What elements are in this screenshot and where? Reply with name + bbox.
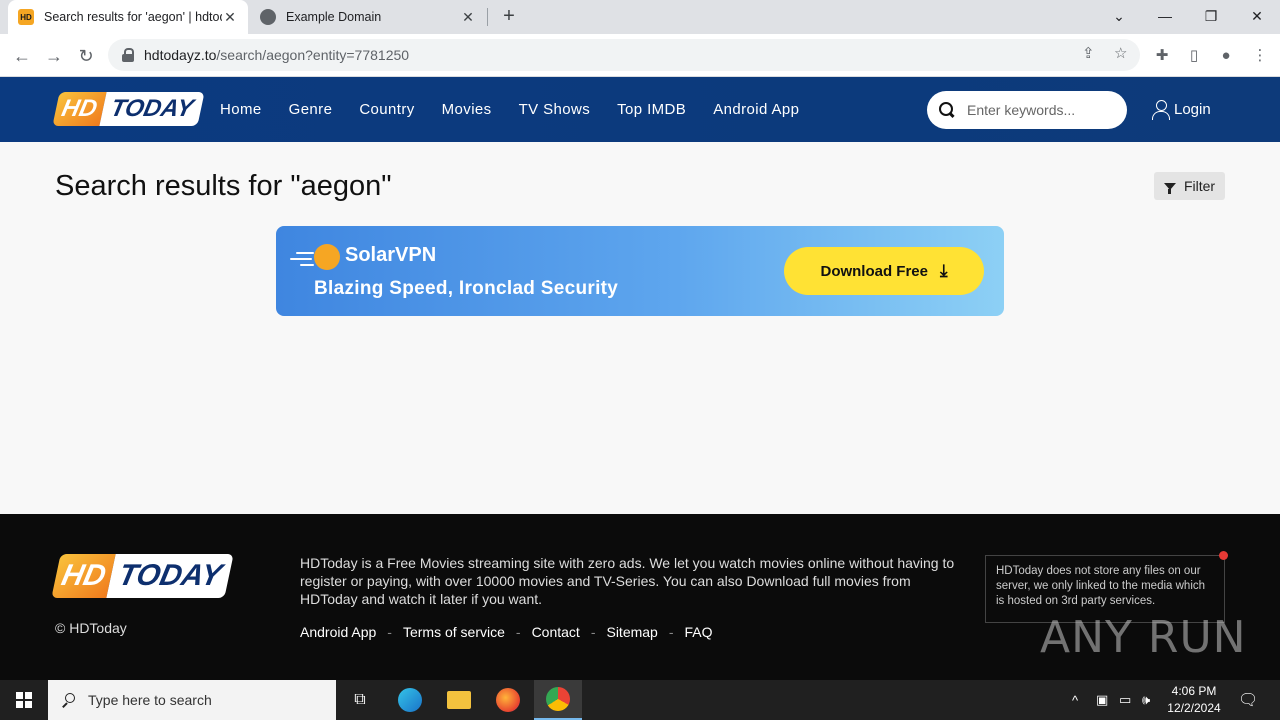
close-window-button[interactable]: ✕ — [1234, 0, 1280, 32]
footer-about-text: HDToday is a Free Movies streaming site … — [300, 555, 955, 607]
ad-banner[interactable]: SolarVPN Blazing Speed, Ironclad Securit… — [276, 226, 1004, 316]
link-separator: - — [387, 624, 392, 640]
site-logo[interactable]: HD TODAY — [52, 92, 205, 126]
taskbar-search-placeholder: Type here to search — [88, 692, 212, 708]
kebab-menu-icon[interactable]: ⋮ — [1249, 44, 1271, 66]
ad-download-label: Download Free — [820, 262, 928, 280]
download-icon: ⤓ — [940, 261, 948, 280]
forward-arrow-icon[interactable]: → — [40, 42, 68, 70]
footer-link-faq[interactable]: FAQ — [685, 624, 713, 640]
url-domain: hdtodayz.to — [144, 47, 217, 63]
task-view-icon[interactable]: ⧉ — [336, 680, 384, 720]
ad-brand: SolarVPN — [345, 244, 437, 266]
site-footer: HD TODAY © HDToday HDToday is a Free Movi… — [0, 514, 1280, 680]
page-title: Search results for "aegon" — [55, 170, 392, 202]
tab-search-chevron-icon[interactable]: ⌄ — [1096, 0, 1142, 32]
chrome-icon[interactable] — [534, 680, 582, 720]
clock-date: 12/2/2024 — [1167, 701, 1221, 715]
copyright: © HDToday — [55, 620, 127, 636]
show-hidden-icons-icon[interactable]: ^ — [1072, 680, 1078, 720]
nav-home[interactable]: Home — [220, 101, 262, 118]
solarvpn-logo-icon — [314, 244, 340, 270]
nav-tv-shows[interactable]: TV Shows — [519, 101, 591, 118]
site-search-box — [927, 91, 1127, 129]
network-icon[interactable]: ▭ — [1119, 680, 1131, 720]
browser-toolbar: ← → ↻ hdtodayz.to/search/aegon?entity=77… — [0, 34, 1280, 77]
reload-icon[interactable]: ↻ — [72, 42, 100, 70]
restore-button[interactable]: ❐ — [1188, 0, 1234, 32]
site-header: HD TODAY Home Genre Country Movies TV Sho… — [0, 77, 1280, 142]
new-tab-button[interactable]: + — [498, 6, 520, 28]
url-path: /search/aegon?entity=7781250 — [216, 47, 410, 63]
file-explorer-icon[interactable] — [435, 680, 483, 720]
back-arrow-icon[interactable]: ← — [8, 42, 36, 70]
funnel-icon — [1163, 182, 1176, 194]
edge-icon[interactable] — [386, 680, 434, 720]
tab-search-results[interactable]: HD Search results for 'aegon' | hdtoday … — [8, 0, 248, 34]
footer-logo[interactable]: HD TODAY — [51, 554, 235, 598]
sidepanel-icon[interactable]: ▯ — [1183, 44, 1205, 66]
anyrun-watermark: ANY RUN — [1040, 612, 1247, 663]
nav-top-imdb[interactable]: Top IMDB — [617, 101, 686, 118]
footer-link-android-app[interactable]: Android App — [300, 624, 376, 640]
ad-download-button[interactable]: Download Free ⤓ — [784, 247, 984, 295]
login-label: Login — [1174, 101, 1211, 118]
tab-close-icon[interactable]: ✕ — [222, 9, 238, 26]
profile-icon[interactable]: ● — [1215, 44, 1237, 66]
hdtoday-favicon-icon: HD — [18, 9, 34, 25]
meet-now-icon[interactable]: ▣ — [1096, 680, 1108, 720]
link-separator: - — [590, 624, 596, 640]
search-icon[interactable] — [939, 102, 955, 118]
tab-example-domain[interactable]: Example Domain ✕ — [250, 0, 486, 34]
footer-link-contact[interactable]: Contact — [532, 624, 580, 640]
tab-close-icon[interactable]: ✕ — [460, 9, 476, 26]
windows-logo-icon — [16, 692, 32, 708]
notification-dot-icon — [1219, 551, 1228, 560]
nav-movies[interactable]: Movies — [442, 101, 492, 118]
extensions-icon[interactable]: ✚ — [1151, 44, 1173, 66]
star-icon[interactable]: ☆ — [1114, 44, 1127, 62]
firefox-icon[interactable] — [484, 680, 532, 720]
share-icon[interactable]: ⇪ — [1082, 44, 1095, 62]
globe-icon — [260, 9, 276, 25]
main-content: Search results for "aegon" Filter SolarV… — [0, 142, 1280, 514]
footer-link-terms[interactable]: Terms of service — [403, 624, 505, 640]
user-icon — [1152, 99, 1170, 120]
tab-title: Example Domain — [286, 10, 382, 24]
link-separator: - — [668, 624, 674, 640]
link-separator: - — [515, 624, 521, 640]
start-button[interactable] — [0, 680, 48, 720]
nav-country[interactable]: Country — [359, 101, 414, 118]
speed-lines-icon — [290, 252, 314, 270]
nav-genre[interactable]: Genre — [289, 101, 333, 118]
main-nav: Home Genre Country Movies TV Shows Top I… — [220, 77, 826, 142]
footer-link-sitemap[interactable]: Sitemap — [606, 624, 657, 640]
tab-title: Search results for 'aegon' | hdtoday — [44, 10, 222, 24]
notifications-icon[interactable]: 🗨 — [1238, 680, 1258, 720]
search-input[interactable] — [967, 102, 1117, 118]
minimize-button[interactable]: — — [1142, 0, 1188, 32]
address-bar[interactable]: hdtodayz.to/search/aegon?entity=7781250 — [108, 39, 1140, 71]
ad-tagline: Blazing Speed, Ironclad Security — [314, 278, 619, 299]
search-icon — [62, 693, 76, 707]
tab-separator — [487, 8, 488, 26]
browser-tab-bar: HD Search results for 'aegon' | hdtoday … — [0, 0, 1280, 34]
nav-android-app[interactable]: Android App — [713, 101, 799, 118]
taskbar-clock[interactable]: 4:06 PM 12/2/2024 — [1160, 683, 1228, 717]
filter-button[interactable]: Filter — [1154, 172, 1225, 200]
windows-taskbar: Type here to search ⧉ ^ ▣ ▭ 🕪 4:06 PM 12… — [0, 680, 1280, 720]
footer-links: Android App - Terms of service - Contact… — [300, 624, 713, 640]
volume-icon[interactable]: 🕪 — [1142, 680, 1150, 720]
filter-label: Filter — [1183, 178, 1216, 194]
lock-icon[interactable] — [122, 48, 134, 62]
clock-time: 4:06 PM — [1171, 684, 1217, 698]
login-button[interactable]: Login — [1152, 77, 1211, 142]
notice-text: HDToday does not store any files on our … — [996, 565, 1206, 607]
taskbar-search[interactable]: Type here to search — [48, 680, 336, 720]
